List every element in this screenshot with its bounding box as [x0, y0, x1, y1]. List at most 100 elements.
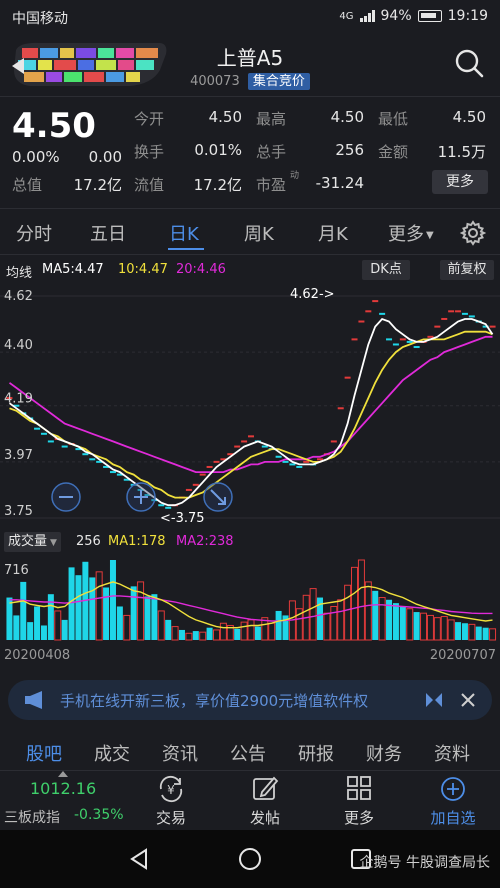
- tab-research[interactable]: 研报: [298, 740, 334, 766]
- candle: [248, 435, 254, 438]
- candle: [275, 455, 282, 458]
- add-watchlist-button[interactable]: 加自选: [408, 771, 498, 831]
- volume-bar: [455, 622, 462, 640]
- tab-five-day[interactable]: 五日: [90, 220, 126, 246]
- add-circle-icon: [441, 777, 465, 801]
- tab-monthly-k[interactable]: 月K: [318, 220, 348, 246]
- divider: [0, 254, 500, 255]
- tab-profile[interactable]: 资料: [434, 740, 470, 766]
- ma10-value: 10:4.47: [118, 262, 168, 277]
- tab-finance[interactable]: 财务: [366, 740, 402, 766]
- volume-bar: [95, 571, 103, 641]
- more-fields-button[interactable]: 更多: [432, 170, 488, 194]
- search-icon[interactable]: [454, 48, 484, 78]
- volume-bar: [337, 599, 345, 641]
- volume-bar: [461, 623, 468, 640]
- candle: [185, 488, 192, 491]
- tab-announcements[interactable]: 公告: [230, 740, 266, 766]
- candle: [234, 445, 241, 448]
- carrier-name: 中国移动: [12, 11, 68, 27]
- volume-bar: [165, 619, 172, 640]
- volume-bar: [378, 597, 386, 641]
- candle: [34, 427, 41, 430]
- tab-weekly-k[interactable]: 周K: [244, 220, 274, 246]
- field-label: 最高: [256, 110, 287, 128]
- volume-bar: [234, 628, 241, 640]
- kline-chart[interactable]: 4.62 4.40 4.19 3.97 3.75 4.62-> <-3.75: [0, 282, 500, 526]
- tab-news[interactable]: 资讯: [162, 740, 198, 766]
- volume-bar: [151, 594, 158, 640]
- field-value: 4.50: [330, 108, 364, 126]
- price-tick: 3.97: [4, 448, 33, 463]
- close-icon[interactable]: [460, 692, 476, 708]
- volume-bar: [399, 606, 406, 640]
- network-label: 4G: [339, 10, 354, 22]
- zoom-out-icon[interactable]: [51, 482, 81, 512]
- post-button[interactable]: 发帖: [220, 771, 310, 831]
- volume-bar: [468, 623, 476, 641]
- svg-text:¥: ¥: [167, 783, 175, 797]
- tab-intraday[interactable]: 分时: [16, 220, 52, 246]
- volume-bar: [27, 622, 34, 640]
- back-icon[interactable]: [128, 848, 150, 870]
- volume-bar: [68, 567, 75, 640]
- candle: [82, 453, 89, 456]
- more-button[interactable]: 更多: [314, 771, 404, 831]
- zoom-in-icon[interactable]: [126, 482, 156, 512]
- tab-trades[interactable]: 成交: [94, 740, 130, 766]
- volume-indicator-select[interactable]: 成交量 ▼: [4, 532, 61, 552]
- change-percent: 0.00%: [12, 148, 60, 166]
- kline-ma-lines: [8, 317, 494, 507]
- home-icon[interactable]: [238, 847, 262, 871]
- price-tick: 4.40: [4, 338, 33, 353]
- volume-axis-max: 716: [4, 563, 29, 578]
- volume-ma1: MA1:178: [108, 534, 166, 549]
- volume-bar: [34, 606, 41, 640]
- section-tabs: 股吧 成交 资讯 公告 研报 财务 资料: [0, 736, 500, 770]
- tab-more-label: 更多: [388, 224, 424, 245]
- volume-legend: 成交量 ▼ 256 MA1:178 MA2:238: [0, 530, 500, 554]
- field-value: -31.24: [315, 174, 364, 192]
- volume-bar: [426, 614, 434, 641]
- volume-bar: [89, 577, 96, 640]
- candle: [351, 338, 358, 341]
- candle: [427, 335, 434, 338]
- volume-chart[interactable]: 716: [0, 556, 500, 642]
- kline-price-axis: 4.62 4.40 4.19 3.97 3.75: [4, 289, 33, 519]
- more-label: 更多: [343, 809, 374, 827]
- volume-bar: [254, 626, 261, 640]
- candle: [61, 445, 68, 448]
- field-sup: 动: [290, 171, 300, 181]
- ma20-value: 20:4.46: [176, 262, 226, 277]
- volume-bar: [482, 627, 489, 640]
- candle: [303, 460, 310, 463]
- header: 上普A5 400073 集合竞价: [0, 34, 500, 94]
- volume-bar: [123, 614, 131, 641]
- trade-button[interactable]: ¥ 交易: [126, 771, 216, 831]
- gear-icon[interactable]: [460, 220, 486, 246]
- ma5-line: [8, 317, 494, 507]
- volume-bar: [420, 612, 428, 641]
- index-ticker[interactable]: 1012.16 三板成指 -0.35%: [0, 771, 124, 831]
- tab-more[interactable]: 更多 ▼: [388, 220, 434, 246]
- battery-percent: 94%: [380, 8, 412, 24]
- candle: [192, 483, 199, 486]
- end-date: 20200707: [429, 648, 496, 663]
- tab-forum[interactable]: 股吧: [26, 740, 62, 766]
- volume-bar: [157, 610, 165, 641]
- kline-candles: [6, 300, 496, 509]
- promo-banner[interactable]: 手机在线开新三板，享价值2900元增值软件权: [8, 680, 492, 720]
- candle: [199, 473, 206, 476]
- expand-icon[interactable]: [203, 482, 233, 512]
- dk-point-button[interactable]: DK点: [362, 260, 410, 280]
- kline-grid: [0, 295, 500, 519]
- candle: [386, 338, 393, 341]
- volume-bar: [406, 608, 414, 641]
- battery-icon: [417, 10, 442, 22]
- volume-bars: [6, 559, 497, 641]
- signal-icon: [359, 10, 375, 22]
- candle: [413, 346, 420, 349]
- price-adjust-button[interactable]: 前复权: [440, 260, 494, 280]
- tab-daily-k[interactable]: 日K: [169, 220, 199, 246]
- bottom-action-bar: 1012.16 三板成指 -0.35% ¥ 交易 发帖 更多 加自选: [0, 770, 500, 830]
